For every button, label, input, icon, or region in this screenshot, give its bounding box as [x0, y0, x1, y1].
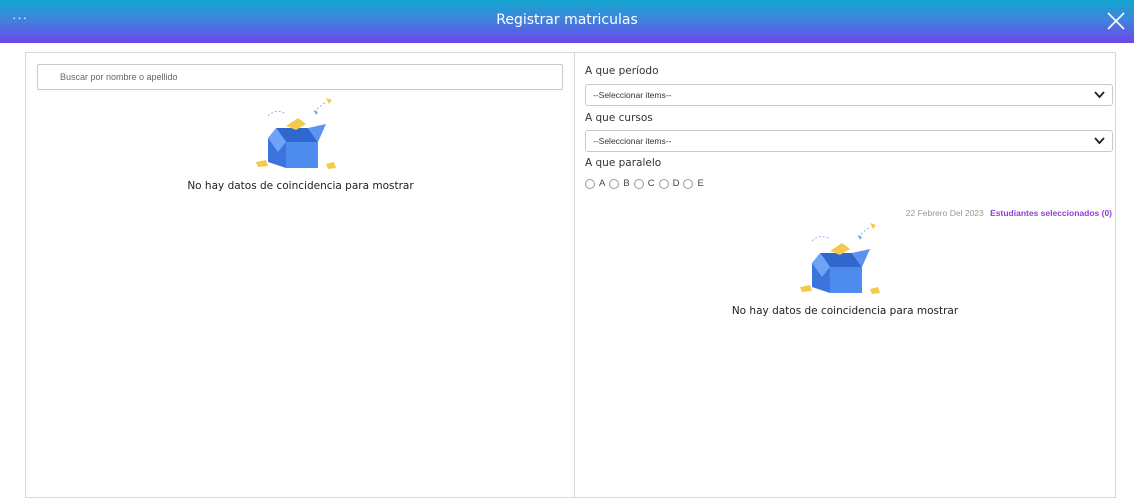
cursos-select-value: --Seleccionar items--: [593, 136, 672, 146]
selection-info: 22 Febrero Del 2023 Estudiantes seleccio…: [906, 208, 1112, 218]
radio-paralelo-a[interactable]: A: [585, 178, 605, 189]
empty-message: No hay datos de coincidencia para mostra…: [731, 305, 959, 317]
radio-circle-icon: [609, 178, 620, 189]
empty-state-left: No hay datos de coincidencia para mostra…: [26, 98, 575, 192]
radio-label: C: [647, 178, 655, 189]
empty-box-icon: [800, 223, 880, 294]
radio-label: A: [599, 178, 606, 189]
radio-paralelo-c[interactable]: C: [633, 178, 655, 189]
radio-paralelo-b[interactable]: B: [609, 178, 630, 189]
chevron-down-icon: [1094, 137, 1105, 145]
empty-state-right: No hay datos de coincidencia para mostra…: [575, 223, 1115, 317]
empty-message: No hay datos de coincidencia para mostra…: [187, 180, 414, 192]
chevron-down-icon: [1094, 91, 1105, 99]
window-title: Registrar matriculas: [496, 12, 638, 28]
radio-paralelo-e[interactable]: E: [683, 178, 704, 189]
radio-circle-icon: [683, 178, 694, 189]
search-input[interactable]: [37, 64, 563, 90]
radio-label: D: [672, 178, 680, 189]
radio-circle-icon: [658, 178, 669, 189]
periodo-label: A que período: [585, 65, 659, 77]
periodo-select[interactable]: --Seleccionar items--: [585, 84, 1113, 106]
empty-box-icon: [255, 98, 336, 169]
enrollment-form-panel: A que período --Seleccionar items-- A qu…: [575, 53, 1115, 497]
radio-circle-icon: [633, 178, 644, 189]
title-bar: ··· Registrar matriculas: [0, 0, 1134, 43]
selected-students-link[interactable]: Estudiantes seleccionados (0): [990, 208, 1112, 218]
radio-label: B: [623, 178, 630, 189]
cursos-select[interactable]: --Seleccionar items--: [585, 130, 1113, 152]
main-panel: No hay datos de coincidencia para mostra…: [25, 52, 1116, 498]
radio-paralelo-d[interactable]: D: [658, 178, 680, 189]
close-icon[interactable]: [1104, 9, 1128, 33]
periodo-select-value: --Seleccionar items--: [593, 90, 672, 100]
student-search-panel: No hay datos de coincidencia para mostra…: [26, 53, 575, 497]
paralelo-label: A que paralelo: [585, 157, 662, 169]
radio-circle-icon: [585, 178, 595, 189]
radio-label: E: [697, 178, 704, 189]
cursos-label: A que cursos: [585, 112, 653, 124]
current-date: 22 Febrero Del 2023: [905, 208, 984, 218]
paralelo-radio-group: A B C D E: [585, 178, 708, 189]
